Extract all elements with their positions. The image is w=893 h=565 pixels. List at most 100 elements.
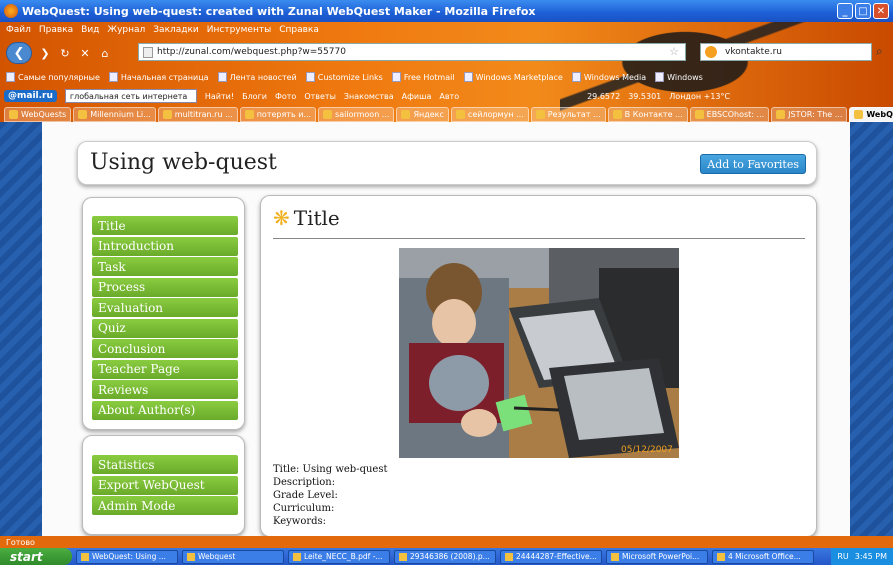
language-indicator[interactable]: RU — [837, 552, 848, 561]
stop-icon[interactable]: ✕ — [78, 46, 92, 60]
mailru-toolbar: @mail.ru глобальная сеть интернета Найти… — [0, 86, 893, 106]
section-title: Title — [293, 206, 340, 230]
address-bar[interactable]: http://zunal.com/webquest.php?w=55770 ☆ — [138, 43, 686, 61]
navigation-toolbar: ❮ ❯ ↻ ✕ ⌂ http://zunal.com/webquest.php?… — [0, 40, 893, 66]
bookmark-item[interactable]: Windows Marketplace — [463, 72, 563, 82]
tab[interactable]: Результат ... — [530, 106, 606, 122]
tab[interactable]: sailormoon ... — [318, 106, 395, 122]
bookmark-item[interactable]: Лента новостей — [217, 72, 297, 82]
tab[interactable]: потерять и... — [239, 106, 317, 122]
nav-item-task[interactable]: Task — [92, 257, 238, 276]
taskbar-item[interactable]: Microsoft PowerPoi... — [606, 549, 708, 564]
nav-item-evaluation[interactable]: Evaluation — [92, 298, 238, 317]
close-button[interactable]: ✕ — [873, 3, 889, 19]
menu-edit[interactable]: Правка — [39, 25, 73, 35]
divider — [273, 238, 805, 239]
start-button[interactable]: start — [0, 548, 72, 565]
bookmark-item[interactable]: Customize Links — [305, 72, 383, 82]
tab-active[interactable]: WebQ...✕ — [849, 106, 893, 122]
page-header: Using web-quest Add to Favorites — [77, 141, 817, 185]
taskbar-item[interactable]: Webquest — [182, 549, 284, 564]
classroom-photo: 05/12/2007 — [399, 248, 679, 458]
nav-item-statistics[interactable]: Statistics — [92, 455, 238, 474]
nav-item-teacher-page[interactable]: Teacher Page — [92, 359, 238, 379]
search-value: vkontakte.ru — [725, 47, 783, 57]
windows-taskbar: start WebQuest: Using ... Webquest Leite… — [0, 548, 893, 565]
menu-bookmarks[interactable]: Закладки — [153, 25, 199, 35]
tab-strip: WebQuests Millennium Li... multitran.ru … — [0, 106, 893, 122]
taskbar-item[interactable]: Leite_NECC_B.pdf -... — [288, 549, 390, 564]
browser-chrome: Файл Правка Вид Журнал Закладки Инструме… — [0, 22, 893, 122]
bookmarks-toolbar: Самые популярные Начальная страница Лент… — [0, 68, 893, 86]
mailru-item-afisha[interactable]: Афиша — [402, 92, 432, 101]
meta-curriculum: Curriculum: — [273, 503, 335, 514]
tab[interactable]: multitran.ru ... — [157, 106, 238, 122]
sidebar-navigation: Title Introduction Task Process Evaluati… — [82, 197, 245, 430]
mailru-logo[interactable]: @mail.ru — [4, 90, 57, 102]
search-engine-icon[interactable] — [705, 46, 717, 58]
bookmark-star-icon[interactable]: ☆ — [669, 45, 679, 58]
mailru-item-dating[interactable]: Знакомства — [344, 92, 394, 101]
nav-item-conclusion[interactable]: Conclusion — [92, 339, 238, 358]
tab[interactable]: JSTOR: The ... — [771, 106, 848, 122]
bookmark-item[interactable]: Начальная страница — [108, 72, 209, 82]
menu-history[interactable]: Журнал — [107, 25, 145, 35]
maximize-button[interactable]: □ — [855, 3, 871, 19]
tab[interactable]: сейлормун ... — [450, 106, 529, 122]
taskbar-item[interactable]: 29346386 (2008).p... — [394, 549, 496, 564]
mailru-item-photo[interactable]: Фото — [275, 92, 296, 101]
mailru-find-button[interactable]: Найти! — [205, 92, 234, 101]
reload-icon[interactable]: ↻ — [58, 46, 72, 60]
mailru-item-blogs[interactable]: Блоги — [242, 92, 267, 101]
add-to-favorites-button[interactable]: Add to Favorites — [700, 154, 806, 174]
meta-description: Description: — [273, 477, 336, 488]
rate-eur: 39.5301 — [628, 91, 662, 101]
nav-item-process[interactable]: Process — [92, 277, 238, 297]
search-input[interactable]: vkontakte.ru — [700, 43, 872, 61]
tab[interactable]: Millennium Li... — [73, 106, 156, 122]
window-title-bar: WebQuest: Using web-quest: created with … — [0, 0, 893, 22]
nav-item-introduction[interactable]: Introduction — [92, 236, 238, 256]
meta-keywords: Keywords: — [273, 516, 327, 527]
status-bar: Готово — [0, 536, 893, 548]
nav-item-about-authors[interactable]: About Author(s) — [92, 400, 238, 420]
nav-item-admin-mode[interactable]: Admin Mode — [92, 496, 238, 515]
bookmark-item[interactable]: Windows Media — [571, 72, 646, 82]
flower-icon: ❋ — [273, 206, 290, 230]
mailru-item-auto[interactable]: Авто — [439, 92, 459, 101]
bookmark-item[interactable]: Самые популярные — [6, 72, 100, 82]
back-button[interactable]: ❮ — [6, 42, 32, 64]
home-icon[interactable]: ⌂ — [98, 46, 112, 60]
taskbar-item[interactable]: 24444287-Effective... — [500, 549, 602, 564]
bookmark-item[interactable]: Windows — [655, 72, 703, 82]
menu-view[interactable]: Вид — [81, 25, 99, 35]
bookmark-item[interactable]: Free Hotmail — [391, 72, 455, 82]
clock: 3:45 PM — [854, 552, 887, 561]
menu-bar: Файл Правка Вид Журнал Закладки Инструме… — [0, 22, 319, 38]
mailru-search-input[interactable]: глобальная сеть интернета — [64, 89, 197, 103]
taskbar-item[interactable]: WebQuest: Using ... — [76, 549, 178, 564]
nav-item-title[interactable]: Title — [92, 216, 238, 235]
webquest-metadata: Title: Using web-quest Description: Grad… — [273, 463, 388, 528]
sidebar-tools: Statistics Export WebQuest Admin Mode — [82, 435, 245, 535]
search-icon[interactable]: ⌕ — [876, 44, 883, 59]
tab[interactable]: WebQuests — [4, 106, 72, 122]
tab[interactable]: EBSCOhost: ... — [689, 106, 770, 122]
nav-item-export-webquest[interactable]: Export WebQuest — [92, 475, 238, 495]
tab[interactable]: Яндекс — [396, 106, 449, 122]
forward-icon[interactable]: ❯ — [38, 46, 52, 60]
nav-item-reviews[interactable]: Reviews — [92, 380, 238, 399]
taskbar-item[interactable]: 4 Microsoft Office... — [712, 549, 814, 564]
meta-title: Title: Using web-quest — [273, 464, 388, 475]
menu-tools[interactable]: Инструменты — [207, 25, 271, 35]
page-icon — [143, 47, 153, 58]
menu-file[interactable]: Файл — [6, 25, 31, 35]
mailru-item-answers[interactable]: Ответы — [304, 92, 336, 101]
nav-item-quiz[interactable]: Quiz — [92, 318, 238, 338]
window-controls: _ □ ✕ — [837, 3, 889, 19]
page-title: Using web-quest — [90, 150, 277, 175]
tab[interactable]: В Контакте ... — [607, 106, 688, 122]
minimize-button[interactable]: _ — [837, 3, 853, 19]
menu-help[interactable]: Справка — [279, 25, 319, 35]
address-url: http://zunal.com/webquest.php?w=55770 — [157, 47, 346, 57]
